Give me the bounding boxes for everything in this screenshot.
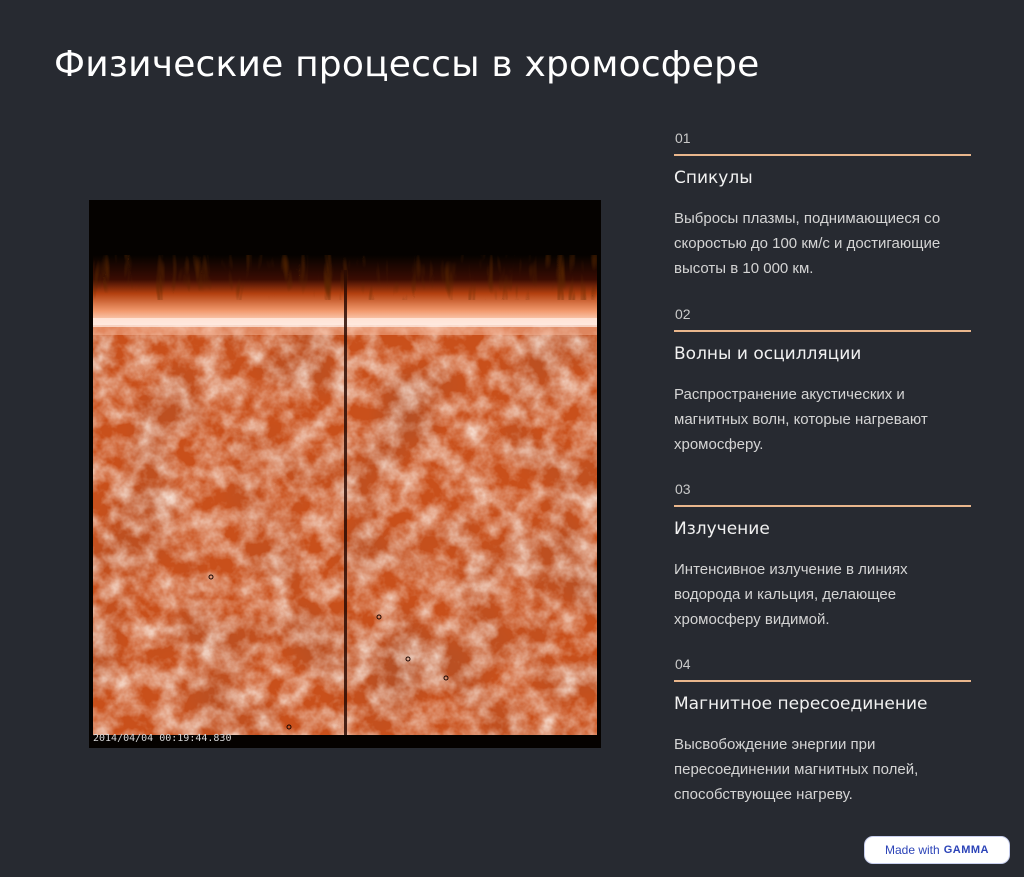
item-title: Излучение [674,519,770,539]
list-item-radiation: 03 Излучение Интенсивное излучение в лин… [674,479,971,632]
list-item-waves: 02 Волны и осцилляции Распространение ак… [674,304,971,457]
list-item-spicules: 01 Спикулы Выбросы плазмы, поднимающиеся… [674,128,971,281]
solar-surface-picture [89,200,601,748]
item-divider [674,330,971,332]
item-description: Выбросы плазмы, поднимающиеся со скорост… [674,210,941,277]
chromosphere-image: 2014/04/04 00:19:44.830 [89,200,601,748]
item-title: Волны и осцилляции [674,344,862,364]
item-divider [674,680,971,682]
item-title: Спикулы [674,168,753,188]
image-timestamp: 2014/04/04 00:19:44.830 [93,733,232,744]
badge-prefix: Made with [885,843,940,857]
item-number: 01 [675,130,691,146]
item-description: Интенсивное излучение в линиях водорода … [674,561,908,628]
item-divider [674,154,971,156]
gamma-logo: GAMMA [943,844,989,856]
item-number: 04 [675,656,691,672]
item-number: 02 [675,306,691,322]
item-divider [674,505,971,507]
page-title: Физические процессы в хромосфере [54,44,760,85]
item-description: Высвобождение энергии при пересоединении… [674,736,919,803]
item-description: Распространение акустических и магнитных… [674,386,928,453]
item-title: Магнитное пересоединение [674,694,928,714]
made-with-gamma-badge[interactable]: Made with GAMMA [864,836,1010,864]
item-number: 03 [675,481,691,497]
list-item-reconnection: 04 Магнитное пересоединение Высвобождени… [674,654,971,807]
